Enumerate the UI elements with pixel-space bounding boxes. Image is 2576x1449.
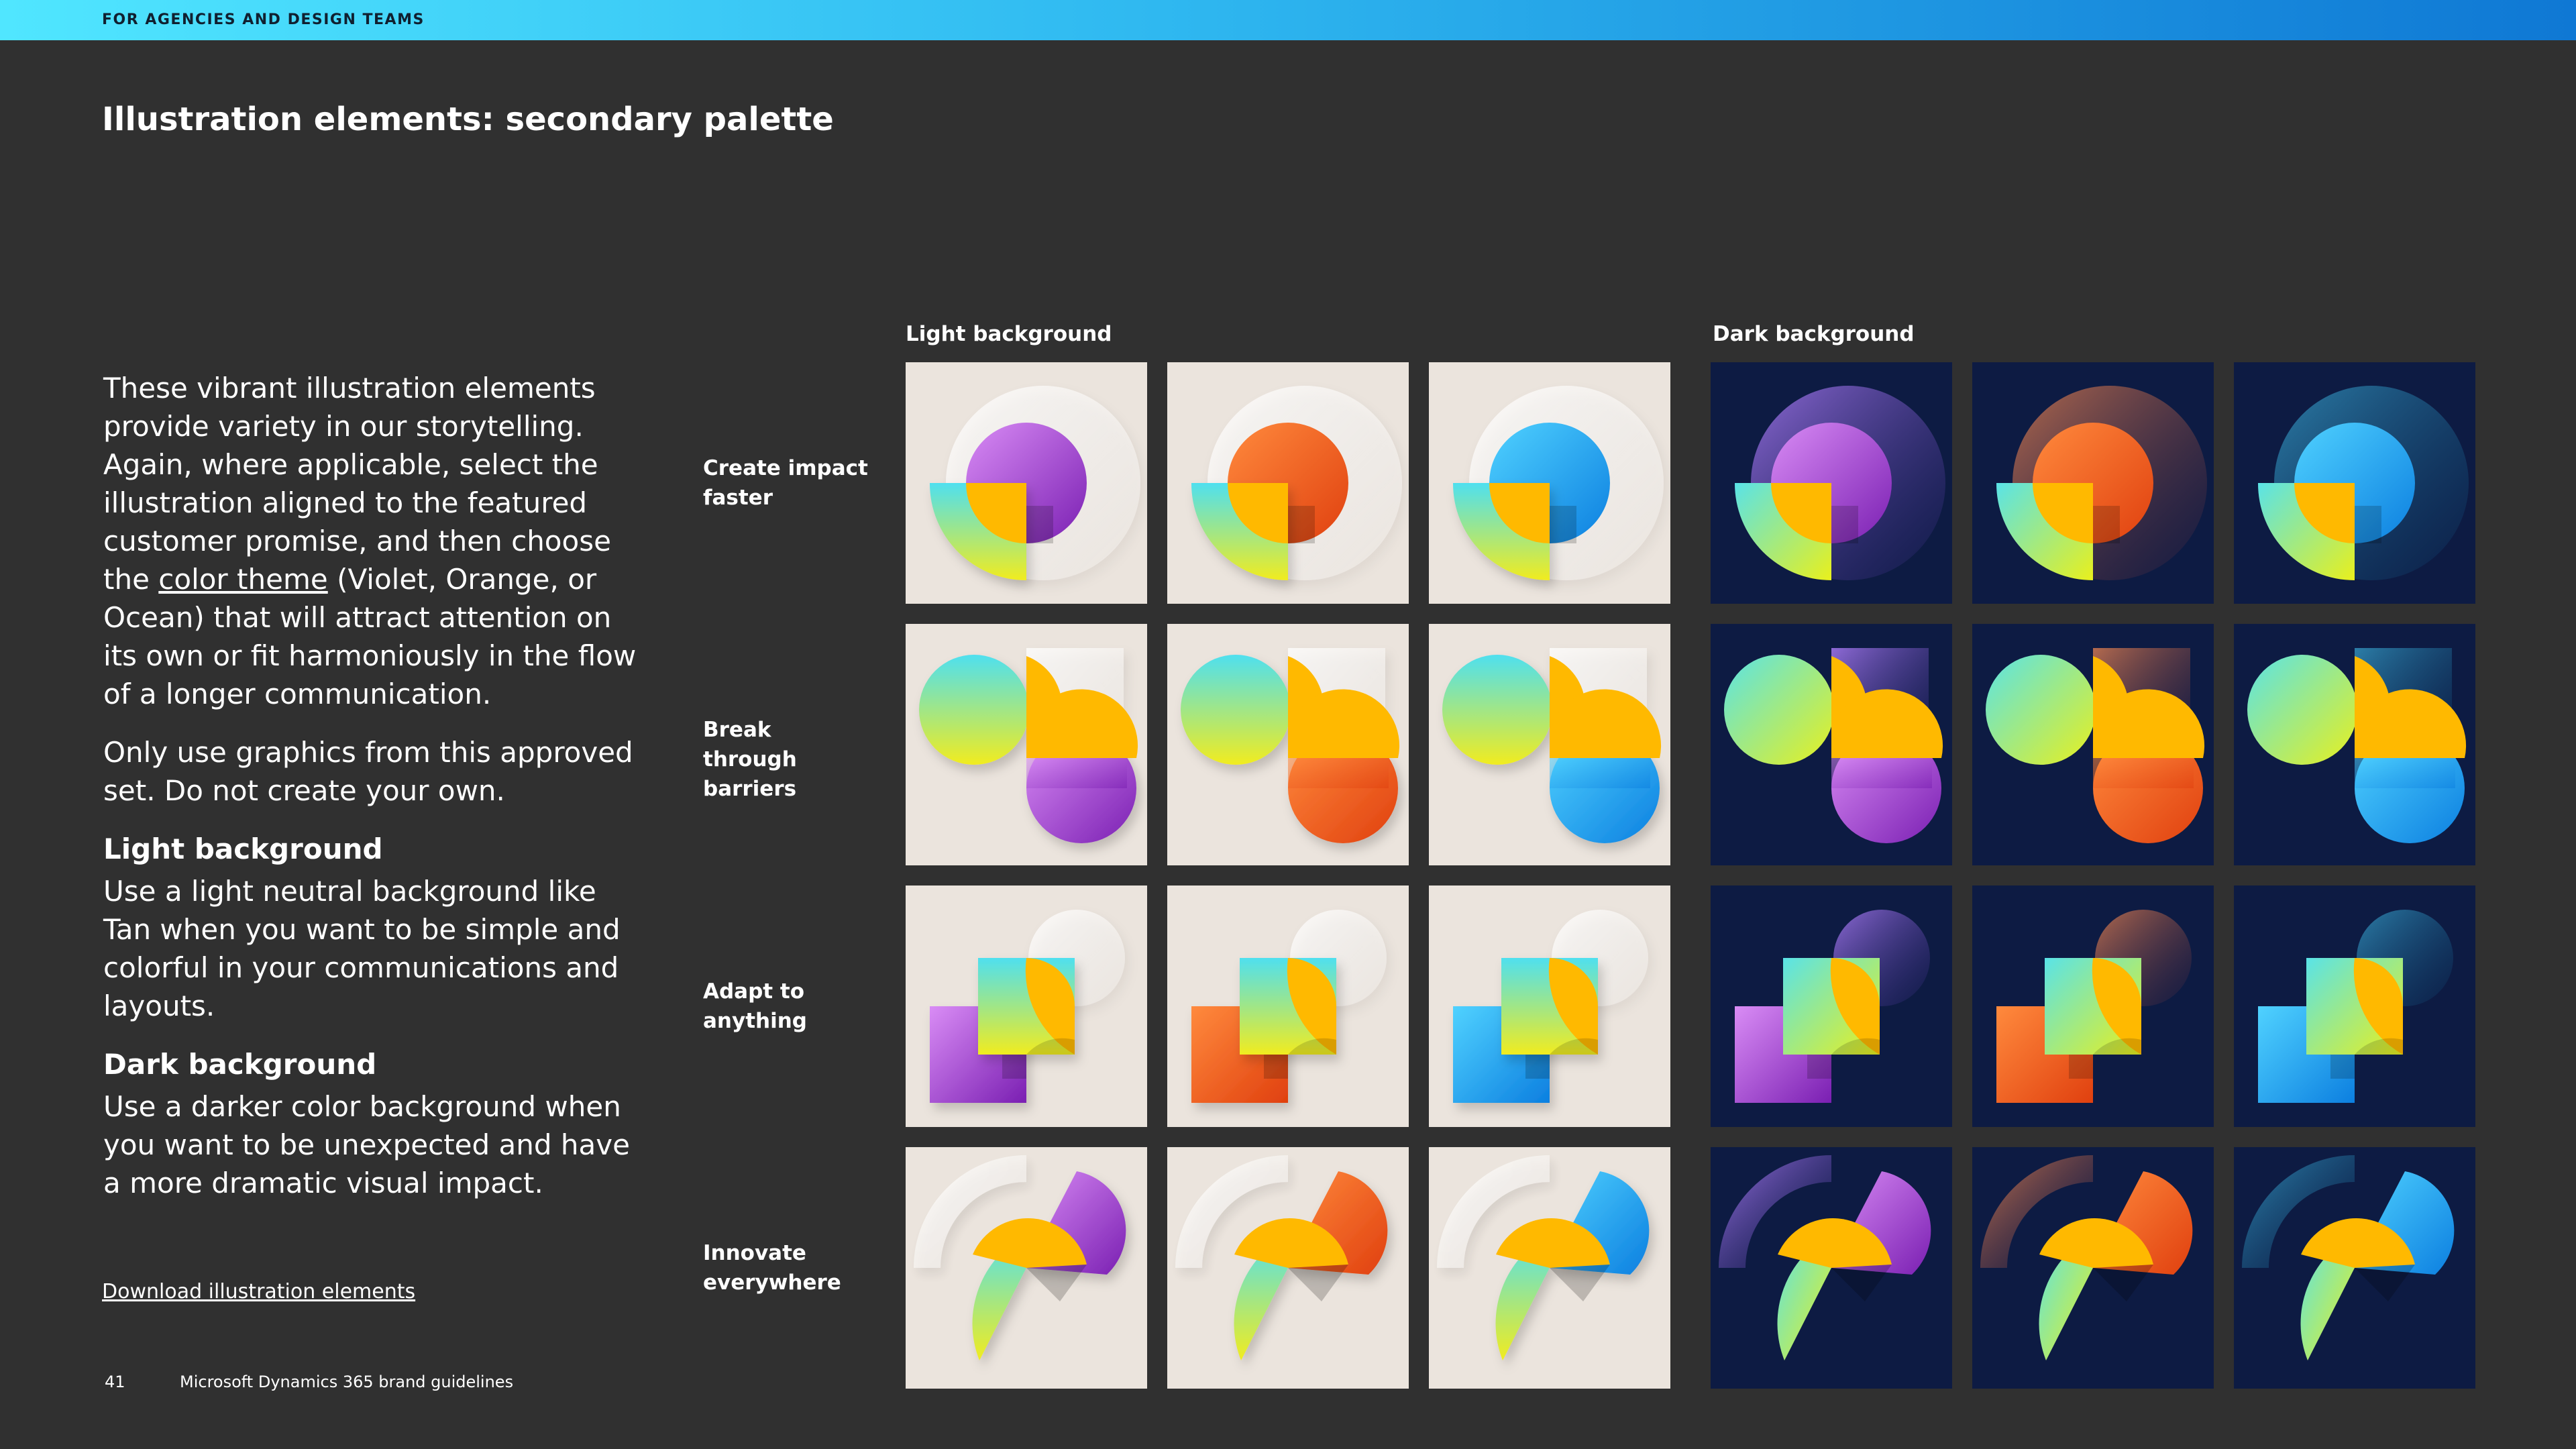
illustration-graphic [1724, 648, 1943, 843]
illustration-graphic [1191, 386, 1402, 580]
band-label: FOR AGENCIES AND DESIGN TEAMS [102, 11, 425, 28]
row-label-adapt: Adapt to anything [703, 979, 807, 1033]
approved-note: Only use graphics from this approved set… [103, 736, 633, 807]
illustration-graphic [1735, 910, 1930, 1103]
illustration-graphic [914, 1155, 1126, 1360]
illustration-graphic [930, 910, 1125, 1103]
dark-background-heading: Dark background [103, 1048, 377, 1081]
illustration-graphic [1986, 648, 2205, 843]
illustration-tile-innovate-violet-dark [1711, 1147, 1952, 1389]
illustration-tile-innovate-ocean-light [1429, 1147, 1670, 1389]
page-number: 41 [105, 1373, 125, 1391]
color-theme-link[interactable]: color theme [158, 563, 327, 596]
illustration-tile-innovate-orange-dark [1972, 1147, 2214, 1389]
illustration-graphic [1437, 1155, 1650, 1360]
illustration-tile-adapt-violet-light [906, 885, 1147, 1127]
illustration-graphic [2257, 386, 2469, 580]
illustration-tile-innovate-ocean-dark [2234, 1147, 2475, 1389]
illustration-tile-break-barriers-ocean-dark [2234, 624, 2475, 865]
illustration-tile-adapt-ocean-light [1429, 885, 1670, 1127]
illustration-graphic [1175, 1155, 1388, 1360]
dark-background-column-heading: Dark background [1713, 322, 1915, 346]
illustration-tile-adapt-ocean-dark [2234, 885, 2475, 1127]
row-label-break-barriers: Break through barriers [703, 718, 797, 801]
illustration-graphic [1980, 1155, 2193, 1360]
illustration-tile-adapt-orange-light [1167, 885, 1409, 1127]
illustration-tile-break-barriers-ocean-light [1429, 624, 1670, 865]
illustration-graphic [2242, 1155, 2455, 1360]
illustration-tile-create-impact-ocean-light [1429, 362, 1670, 604]
body-copy: These vibrant illustration elements prov… [103, 369, 640, 1222]
illustration-tile-create-impact-ocean-dark [2234, 362, 2475, 604]
document-title: Microsoft Dynamics 365 brand guidelines [180, 1373, 514, 1391]
illustration-graphic [1996, 386, 2207, 580]
illustration-tile-break-barriers-violet-dark [1711, 624, 1952, 865]
illustration-graphic [1734, 386, 1945, 580]
row-label-innovate: Innovate everywhere [703, 1241, 841, 1295]
illustration-tile-break-barriers-violet-light [906, 624, 1147, 865]
illustration-graphic [1442, 648, 1662, 843]
top-band: FOR AGENCIES AND DESIGN TEAMS [0, 0, 2576, 40]
illustration-graphic [929, 386, 1140, 580]
illustration-graphic [919, 648, 1138, 843]
illustration-tile-innovate-orange-light [1167, 1147, 1409, 1389]
page-title: Illustration elements: secondary palette [102, 101, 834, 138]
illustration-tile-create-impact-orange-dark [1972, 362, 2214, 604]
illustration-tile-create-impact-violet-dark [1711, 362, 1952, 604]
download-link[interactable]: Download illustration elements [102, 1280, 415, 1303]
illustration-tile-create-impact-orange-light [1167, 362, 1409, 604]
intro-paragraph: These vibrant illustration elements prov… [103, 372, 637, 710]
row-label-create-impact: Create impact faster [703, 456, 868, 510]
illustration-tile-break-barriers-orange-dark [1972, 624, 2214, 865]
illustration-tile-innovate-violet-light [906, 1147, 1147, 1389]
illustration-tile-adapt-orange-dark [1972, 885, 2214, 1127]
illustration-graphic [1453, 910, 1648, 1103]
light-background-column-heading: Light background [906, 322, 1112, 346]
illustration-graphic [2258, 910, 2453, 1103]
light-background-heading: Light background [103, 833, 383, 865]
illustration-graphic [1719, 1155, 1931, 1360]
illustration-tile-create-impact-violet-light [906, 362, 1147, 604]
illustration-graphic [1181, 648, 1400, 843]
illustration-tile-break-barriers-orange-light [1167, 624, 1409, 865]
illustration-graphic [1996, 910, 2192, 1103]
illustration-graphic [2247, 648, 2467, 843]
dark-background-text: Use a darker color background when you w… [103, 1090, 630, 1199]
illustration-tile-adapt-violet-dark [1711, 885, 1952, 1127]
illustration-graphic [1452, 386, 1664, 580]
illustration-graphic [1191, 910, 1387, 1103]
light-background-text: Use a light neutral background like Tan … [103, 875, 621, 1022]
